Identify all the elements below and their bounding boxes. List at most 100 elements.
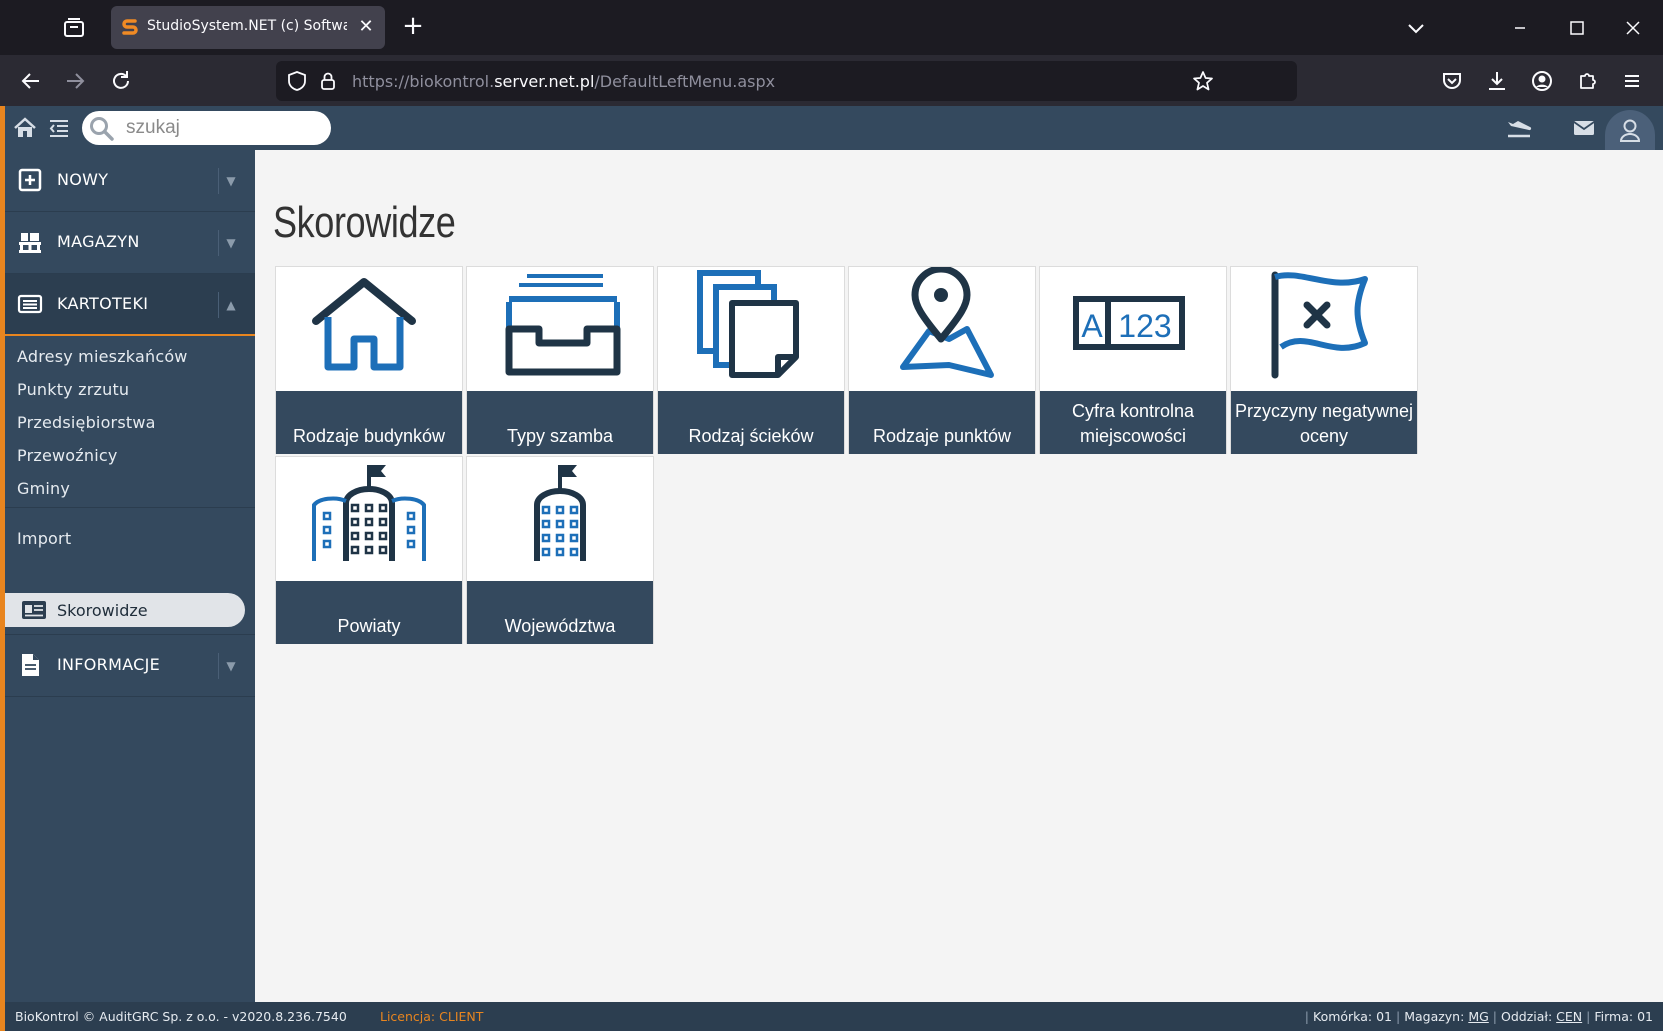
svg-text:A: A [1081, 308, 1103, 344]
user-icon [1619, 119, 1641, 142]
firma-label: Firma: [1594, 1009, 1634, 1024]
tile-label: Województwa [467, 581, 653, 644]
house-icon [276, 267, 462, 391]
main-content: Skorowidze Rodzaje budynków Typy szamba … [255, 150, 1663, 1002]
tab-list-icon[interactable] [62, 17, 86, 39]
caret-down-icon[interactable]: ▼ [218, 168, 243, 194]
map-pin-icon [849, 265, 1035, 391]
minimize-icon[interactable] [1506, 14, 1534, 42]
sidebar-item-punkty-zrzutu[interactable]: Punkty zrzutu [17, 380, 129, 399]
tile-label: Rodzaj ścieków [658, 391, 844, 454]
caret-down-icon[interactable]: ▼ [218, 230, 243, 256]
sidebar-section-label: NOWY [57, 170, 109, 189]
tile-label: Typy szamba [467, 391, 653, 454]
home-icon[interactable] [13, 116, 37, 140]
maximize-icon[interactable] [1563, 14, 1591, 42]
license-value: CLIENT [439, 1009, 484, 1024]
tile-rodzaje-punktow[interactable]: Rodzaje punktów [848, 265, 1036, 454]
flag-x-icon [1231, 267, 1417, 391]
collapse-menu-icon[interactable] [47, 116, 71, 140]
tab-close-icon[interactable]: ✕ [355, 16, 377, 38]
forward-arrow-icon[interactable] [61, 67, 89, 95]
sidebar-section-label: KARTOTEKI [57, 294, 149, 313]
tile-rodzaje-budynkow[interactable]: Rodzaje budynków [275, 266, 463, 454]
building-large-icon [276, 457, 462, 581]
tile-powiaty[interactable]: Powiaty [275, 456, 463, 644]
sidebar-section-magazyn[interactable]: MAGAZYN ▼ [5, 212, 255, 274]
oddzial-link[interactable]: CEN [1556, 1009, 1582, 1024]
caret-down-icon[interactable]: ▼ [218, 653, 243, 679]
app-top-bar [5, 106, 1663, 150]
url-bar[interactable]: https://biokontrol.server.net.pl/Default… [276, 61, 1297, 101]
inbox-tray-icon [467, 267, 653, 391]
app: NOWY ▼ MAGAZYN ▼ KARTOTEKI ▲ Adresy mies… [0, 106, 1663, 1031]
building-tower-icon [467, 457, 653, 581]
tile-label: Rodzaje punktów [849, 391, 1035, 454]
extensions-icon[interactable] [1573, 67, 1601, 95]
reload-icon[interactable] [107, 67, 135, 95]
plane-landing-icon[interactable] [1505, 116, 1533, 140]
sidebar-section-kartoteki[interactable]: KARTOTEKI ▲ [5, 274, 255, 336]
magazyn-label: Magazyn: [1404, 1009, 1465, 1024]
sidebar: NOWY ▼ MAGAZYN ▼ KARTOTEKI ▲ Adresy mies… [5, 150, 255, 1002]
a123-icon: A 123 [1040, 267, 1226, 391]
plus-square-icon [17, 167, 43, 193]
sidebar-divider [5, 507, 255, 508]
url-text[interactable]: https://biokontrol.server.net.pl/Default… [352, 72, 775, 91]
bookmark-star-icon[interactable] [1192, 70, 1214, 92]
back-arrow-icon[interactable] [17, 67, 45, 95]
browser-nav-bar: https://biokontrol.server.net.pl/Default… [0, 55, 1663, 106]
footer-context: | Komórka: 01 | Magazyn: MG | Oddział: CEN | Fi… [1304, 1009, 1653, 1024]
search-icon [88, 115, 116, 143]
documents-icon [658, 267, 844, 391]
sidebar-item-skorowidze[interactable]: Skorowidze [5, 593, 245, 627]
list-card-icon [17, 291, 43, 317]
tile-label: Cyfra kontrolna miejscowości [1040, 391, 1226, 454]
url-prefix: https://biokontrol. [352, 72, 495, 91]
tile-przyczyny-negatywnej-oceny[interactable]: Przyczyny negatywnej oceny [1230, 266, 1418, 454]
sidebar-section-nowy[interactable]: NOWY ▼ [5, 150, 255, 212]
download-icon[interactable] [1483, 67, 1511, 95]
browser-tab[interactable]: StudioSystem.NET (c) SoftwareStudio ✕ [111, 6, 385, 49]
envelope-icon[interactable] [1572, 116, 1596, 140]
new-tab-icon[interactable]: + [400, 13, 426, 40]
firma-value: 01 [1637, 1009, 1653, 1024]
search-input[interactable] [126, 116, 316, 140]
shield-icon[interactable] [286, 70, 308, 92]
sidebar-item-import[interactable]: Import [17, 529, 71, 548]
sidebar-item-adresy-mieszkancow[interactable]: Adresy mieszkańców [17, 347, 188, 366]
browser-tab-bar: StudioSystem.NET (c) SoftwareStudio ✕ + [0, 0, 1663, 55]
caret-up-icon[interactable]: ▲ [218, 292, 243, 318]
sidebar-item-przedsiebiorstwa[interactable]: Przedsiębiorstwa [17, 413, 156, 432]
document-icon [17, 652, 43, 678]
sidebar-section-informacje[interactable]: INFORMACJE ▼ [5, 635, 255, 697]
tile-label: Powiaty [276, 581, 462, 644]
pocket-icon[interactable] [1438, 67, 1466, 95]
tile-label: Rodzaje budynków [276, 391, 462, 454]
sidebar-item-gminy[interactable]: Gminy [17, 479, 70, 498]
tile-typy-szamba[interactable]: Typy szamba [466, 266, 654, 454]
magazyn-link[interactable]: MG [1468, 1009, 1488, 1024]
sidebar-item-przewoznicy[interactable]: Przewoźnicy [17, 446, 118, 465]
footer-license: Licencja: CLIENT [380, 1009, 483, 1024]
url-host: server.net.pl [494, 72, 595, 91]
footer-copyright: BioKontrol © AuditGRC Sp. z o.o. - v2020… [15, 1009, 347, 1024]
sidebar-item-label: Skorowidze [57, 601, 148, 620]
tile-wojewodztwa[interactable]: Województwa [466, 456, 654, 644]
window-close-icon[interactable] [1619, 14, 1647, 42]
tile-rodzaj-sciekow[interactable]: Rodzaj ścieków [657, 266, 845, 454]
sidebar-section-label: MAGAZYN [57, 232, 140, 251]
svg-text:123: 123 [1118, 308, 1171, 344]
sidebar-section-label: INFORMACJE [57, 655, 161, 674]
license-label: Licencja: [380, 1009, 436, 1024]
menu-hamburger-icon[interactable] [1618, 67, 1646, 95]
account-icon[interactable] [1528, 67, 1556, 95]
lock-icon[interactable] [317, 70, 339, 92]
search-box[interactable] [82, 111, 331, 145]
tile-cyfra-kontrolna[interactable]: A 123 Cyfra kontrolna miejscowości [1039, 266, 1227, 454]
user-avatar[interactable] [1605, 110, 1655, 150]
komorka-label: Komórka: [1313, 1009, 1373, 1024]
chevron-down-icon[interactable] [1402, 14, 1430, 42]
tile-label: Przyczyny negatywnej oceny [1231, 391, 1417, 454]
oddzial-label: Oddział: [1501, 1009, 1553, 1024]
